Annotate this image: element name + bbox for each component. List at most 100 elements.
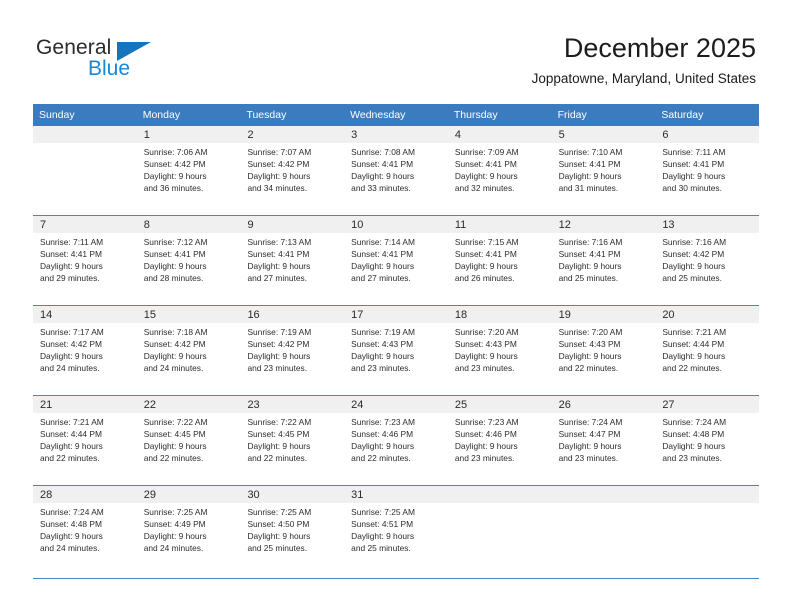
day-detail-line: Sunrise: 7:11 AM [40,237,104,247]
day-detail-line: Sunrise: 7:20 AM [558,327,623,337]
general-blue-logo[interactable]: General Blue [36,36,196,84]
weekday-header-thursday: Thursday [453,109,498,121]
day-detail-line: Sunset: 4:41 PM [558,158,621,169]
calendar-day-cell[interactable]: 23 Sunrise: 7:22 AM Sunset: 4:45 PM Dayligh… [240,396,345,485]
calendar-page: General Blue December 2025 Joppatowne, M… [0,0,792,612]
calendar-day-cell[interactable]: 31 Sunrise: 7:25 AM Sunset: 4:51 PM Dayligh… [344,486,448,578]
day-detail-line: Daylight: 9 hours [454,350,518,361]
day-sun-details: Sunrise: 7:24 AM Sunset: 4:48 PM Daylight:… [33,503,137,555]
day-detail-line: Sunset: 4:42 PM [662,248,725,259]
day-detail-line: Sunset: 4:42 PM [247,158,310,169]
calendar-weeks: 1 Sunrise: 7:06 AM Sunset: 4:42 PM Daylight… [33,126,760,579]
calendar-day-cell[interactable]: 1 Sunrise: 7:06 AM Sunset: 4:42 PM Daylight… [136,126,241,215]
day-number: 26 [551,396,656,413]
day-sun-details: Sunrise: 7:24 AM Sunset: 4:47 PM Daylight:… [552,413,656,465]
day-detail-line: Sunset: 4:51 PM [351,518,414,529]
day-detail-line: Sunrise: 7:21 AM [662,327,727,337]
calendar-day-cell[interactable]: 11 Sunrise: 7:15 AM Sunset: 4:41 PM Dayligh… [447,216,552,305]
day-detail-line: Sunrise: 7:24 AM [662,417,727,427]
day-detail-line: Daylight: 9 hours [351,440,415,451]
day-detail-line: Sunset: 4:41 PM [662,158,725,169]
calendar-day-cell[interactable]: 4 Sunrise: 7:09 AM Sunset: 4:41 PM Daylight… [447,126,552,215]
day-detail-line: and 24 minutes. [40,542,100,553]
calendar-day-cell[interactable]: 16 Sunrise: 7:19 AM Sunset: 4:42 PM Dayligh… [240,306,345,395]
day-sun-details: Sunrise: 7:11 AM Sunset: 4:41 PM Daylight:… [33,233,137,285]
calendar-day-cell[interactable]: 15 Sunrise: 7:18 AM Sunset: 4:42 PM Dayligh… [136,306,241,395]
calendar-day-cell[interactable]: 27 Sunrise: 7:24 AM Sunset: 4:48 PM Dayligh… [655,396,760,485]
calendar-day-cell[interactable]: 20 Sunrise: 7:21 AM Sunset: 4:44 PM Dayligh… [655,306,760,395]
day-number: 6 [655,126,760,143]
calendar-day-cell[interactable]: 29 Sunrise: 7:25 AM Sunset: 4:49 PM Dayligh… [136,486,241,578]
calendar-week-row: 14 Sunrise: 7:17 AM Sunset: 4:42 PM Dayligh… [33,306,760,396]
day-number: 29 [136,486,241,503]
calendar-day-cell-empty [551,486,656,578]
day-detail-line: Sunset: 4:46 PM [454,428,517,439]
day-detail-line: Daylight: 9 hours [247,260,311,271]
calendar-day-cell[interactable]: 18 Sunrise: 7:20 AM Sunset: 4:43 PM Dayligh… [447,306,552,395]
day-detail-line: and 29 minutes. [40,272,100,283]
day-sun-details: Sunrise: 7:06 AM Sunset: 4:42 PM Daylight:… [137,143,241,195]
calendar-day-cell[interactable]: 7 Sunrise: 7:11 AM Sunset: 4:41 PM Daylight… [33,216,137,305]
day-number [551,486,656,503]
day-sun-details: Sunrise: 7:12 AM Sunset: 4:41 PM Daylight:… [137,233,241,285]
day-number: 31 [344,486,448,503]
calendar-day-cell[interactable]: 9 Sunrise: 7:13 AM Sunset: 4:41 PM Daylight… [240,216,345,305]
calendar-day-cell[interactable]: 13 Sunrise: 7:16 AM Sunset: 4:42 PM Dayligh… [655,216,760,305]
day-detail-line: and 24 minutes. [143,542,204,553]
day-sun-details: Sunrise: 7:07 AM Sunset: 4:42 PM Daylight:… [240,143,344,195]
day-detail-line: and 22 minutes. [558,362,619,373]
day-detail-line: Sunset: 4:43 PM [351,338,414,349]
calendar-day-cell[interactable]: 25 Sunrise: 7:23 AM Sunset: 4:46 PM Dayligh… [447,396,552,485]
day-detail-line: Sunrise: 7:19 AM [247,327,312,337]
calendar-day-cell[interactable]: 24 Sunrise: 7:23 AM Sunset: 4:46 PM Dayligh… [344,396,448,485]
day-sun-details: Sunrise: 7:10 AM Sunset: 4:41 PM Daylight:… [552,143,656,195]
calendar-day-cell[interactable]: 8 Sunrise: 7:12 AM Sunset: 4:41 PM Daylight… [136,216,241,305]
calendar-day-cell[interactable]: 6 Sunrise: 7:11 AM Sunset: 4:41 PM Daylight… [655,126,760,215]
calendar-day-cell[interactable]: 5 Sunrise: 7:10 AM Sunset: 4:41 PM Daylight… [551,126,656,215]
day-detail-line: Daylight: 9 hours [454,260,518,271]
calendar-week-row: 1 Sunrise: 7:06 AM Sunset: 4:42 PM Daylight… [33,126,760,216]
day-detail-line: Sunset: 4:41 PM [558,248,621,259]
calendar-day-cell[interactable]: 21 Sunrise: 7:21 AM Sunset: 4:44 PM Dayligh… [33,396,137,485]
calendar-day-cell[interactable]: 2 Sunrise: 7:07 AM Sunset: 4:42 PM Daylight… [240,126,345,215]
day-detail-line: and 25 minutes. [247,542,308,553]
day-detail-line: Daylight: 9 hours [454,440,518,451]
day-detail-line: Sunrise: 7:24 AM [40,507,104,517]
calendar-day-cell[interactable]: 28 Sunrise: 7:24 AM Sunset: 4:48 PM Dayligh… [33,486,137,578]
calendar-day-cell[interactable]: 30 Sunrise: 7:25 AM Sunset: 4:50 PM Dayligh… [240,486,345,578]
calendar-day-cell[interactable]: 12 Sunrise: 7:16 AM Sunset: 4:41 PM Dayligh… [551,216,656,305]
calendar-day-cell[interactable]: 22 Sunrise: 7:22 AM Sunset: 4:45 PM Dayligh… [136,396,241,485]
calendar-day-cell[interactable]: 14 Sunrise: 7:17 AM Sunset: 4:42 PM Dayligh… [33,306,137,395]
day-sun-details: Sunrise: 7:22 AM Sunset: 4:45 PM Daylight:… [137,413,241,465]
day-number: 8 [136,216,241,233]
calendar-day-cell[interactable]: 10 Sunrise: 7:14 AM Sunset: 4:41 PM Dayligh… [344,216,448,305]
calendar-day-cell[interactable]: 26 Sunrise: 7:24 AM Sunset: 4:47 PM Dayligh… [551,396,656,485]
day-detail-line: Sunset: 4:46 PM [351,428,414,439]
calendar-day-cell[interactable]: 3 Sunrise: 7:08 AM Sunset: 4:41 PM Daylight… [344,126,448,215]
day-number: 13 [655,216,760,233]
day-detail-line: Sunrise: 7:10 AM [558,147,623,157]
day-sun-details: Sunrise: 7:14 AM Sunset: 4:41 PM Daylight:… [344,233,448,285]
day-sun-details: Sunrise: 7:15 AM Sunset: 4:41 PM Daylight:… [448,233,552,285]
weekday-header-sunday: Sunday [39,109,75,121]
day-detail-line: Daylight: 9 hours [662,350,726,361]
day-detail-line: Sunset: 4:43 PM [558,338,621,349]
day-detail-line: Daylight: 9 hours [662,440,726,451]
day-sun-details: Sunrise: 7:25 AM Sunset: 4:49 PM Daylight:… [137,503,241,555]
weekday-header-saturday: Saturday [661,109,704,121]
day-detail-line: and 23 minutes. [351,362,411,373]
day-detail-line: Daylight: 9 hours [558,440,622,451]
day-number: 28 [33,486,137,503]
day-detail-line: Sunrise: 7:12 AM [143,237,208,247]
calendar-day-cell[interactable]: 19 Sunrise: 7:20 AM Sunset: 4:43 PM Dayligh… [551,306,656,395]
day-detail-line: Sunset: 4:45 PM [143,428,206,439]
day-detail-line: Daylight: 9 hours [351,170,415,181]
day-detail-line: Sunset: 4:45 PM [247,428,310,439]
day-number: 12 [551,216,656,233]
calendar-day-cell[interactable]: 17 Sunrise: 7:19 AM Sunset: 4:43 PM Dayligh… [344,306,448,395]
calendar-week-row: 28 Sunrise: 7:24 AM Sunset: 4:48 PM Dayligh… [33,486,760,579]
day-detail-line: Sunrise: 7:21 AM [40,417,104,427]
page-title: December 2025 [563,33,756,63]
calendar-week-row: 21 Sunrise: 7:21 AM Sunset: 4:44 PM Dayligh… [33,396,760,486]
day-sun-details: Sunrise: 7:25 AM Sunset: 4:50 PM Daylight:… [240,503,344,555]
